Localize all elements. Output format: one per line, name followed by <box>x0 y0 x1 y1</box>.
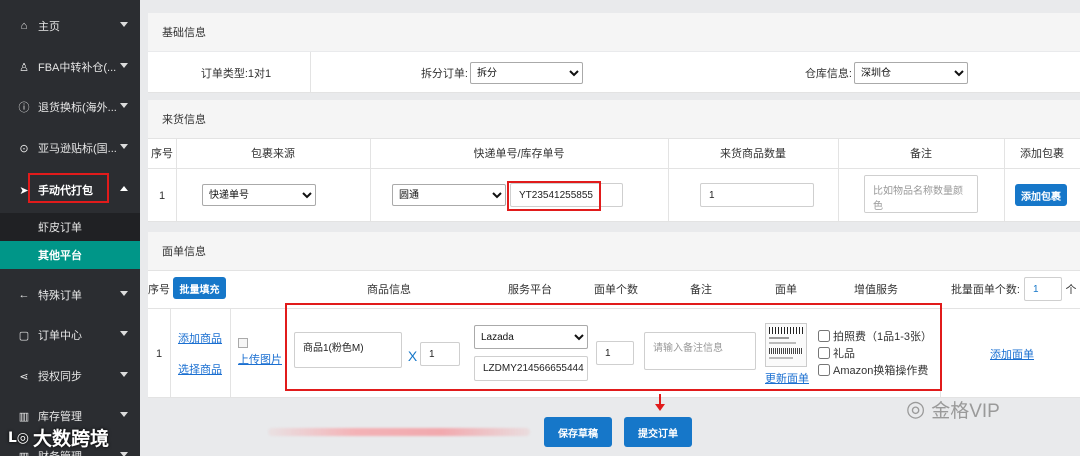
section-title: 来货信息 <box>162 114 206 126</box>
incoming-remark-textarea[interactable] <box>864 175 978 213</box>
section-header-basic: 基础信息 <box>148 13 1080 51</box>
wechat-icon: ◎ <box>906 396 926 421</box>
subnav-label: 虾皮订单 <box>38 222 82 234</box>
gift-icon: ♙ <box>19 61 29 74</box>
chevron-down-icon <box>120 412 128 417</box>
batch-count-unit: 个 <box>1065 284 1077 296</box>
nav-label: 退货换标(海外... <box>38 102 117 114</box>
nav-label: FBA中转补仓(... <box>38 62 117 74</box>
waybill-table: 序号 批量填充 商品信息 服务平台 面单个数 备注 面单 增值服务 批量面单个数… <box>148 270 1080 398</box>
nav-item-special-orders[interactable]: ← 特殊订单 <box>0 275 140 315</box>
blurred-note-text <box>268 428 530 436</box>
submit-order-button[interactable]: 提交订单 <box>624 417 692 447</box>
share-icon: ⋖ <box>19 370 29 383</box>
nav-label: 特殊订单 <box>38 290 82 302</box>
chevron-down-icon <box>120 63 128 68</box>
broken-image-icon <box>238 338 248 348</box>
order-icon: ▢ <box>18 329 30 342</box>
nav-label: 授权同步 <box>38 371 82 383</box>
subnav-item-shopee[interactable]: 虾皮订单 <box>0 213 140 241</box>
nav-label: 订单中心 <box>38 330 82 342</box>
col-header-index: 序号 <box>151 148 173 160</box>
highlight-box-nav <box>28 173 109 203</box>
subnav-label: 其他平台 <box>38 250 82 262</box>
nav-item-home[interactable]: ⌂ 主页 <box>0 6 140 46</box>
nav-item-return-relabel[interactable]: ⓘ 退货换标(海外... <box>0 87 140 127</box>
basic-info-row: 订单类型:1对1 拆分订单: 拆分 仓库信息: 深圳仓 <box>148 52 1080 93</box>
carrier-select[interactable]: 圆通 <box>392 184 506 206</box>
incoming-quantity-input[interactable] <box>700 183 814 207</box>
save-draft-button[interactable]: 保存草稿 <box>544 417 612 447</box>
section-header-waybill: 面单信息 <box>148 232 1080 270</box>
watermark-text-left: 大数跨境 <box>33 428 110 450</box>
inventory-icon: ▥ <box>18 410 30 423</box>
col-header-tracking: 快递单号/库存单号 <box>473 148 565 160</box>
batch-count-input[interactable] <box>1024 277 1062 301</box>
bulk-fill-button[interactable]: 批量填充 <box>173 277 226 299</box>
chevron-down-icon <box>120 22 128 27</box>
col-header-index: 序号 <box>148 284 170 296</box>
highlight-box-waybill <box>285 303 942 391</box>
chevron-down-icon <box>120 372 128 377</box>
highlight-box-tracking <box>507 181 601 211</box>
select-product-link[interactable]: 选择商品 <box>178 361 222 377</box>
section-header-incoming: 来货信息 <box>148 100 1080 138</box>
col-header-source: 包裹来源 <box>251 148 295 160</box>
chevron-down-icon <box>120 103 128 108</box>
col-header-add-package: 添加包裹 <box>1020 148 1064 160</box>
watermark-logo-icon: ᒪ◎ <box>8 428 29 445</box>
chevron-down-icon <box>120 452 128 456</box>
add-label-link[interactable]: 添加面单 <box>990 346 1034 362</box>
row-index: 1 <box>155 347 163 360</box>
chevron-up-icon <box>120 186 128 191</box>
watermark-logo-left: ᒪ◎ 大数跨境 <box>8 422 140 452</box>
watermark-text-right: 金格VIP <box>931 400 1000 422</box>
package-source-select[interactable]: 快递单号 <box>202 184 316 206</box>
add-package-button[interactable]: 添加包裹 <box>1015 184 1067 206</box>
watermark-right: ◎ 金格VIP <box>906 392 1000 426</box>
split-order-label: 拆分订单: <box>420 67 468 80</box>
chevron-down-icon <box>120 291 128 296</box>
warehouse-label: 仓库信息: <box>804 67 852 80</box>
arrow-left-icon: ← <box>18 289 30 301</box>
nav-item-fba-transfer[interactable]: ♙ FBA中转补仓(... <box>0 47 140 87</box>
down-arrow-annotation <box>653 394 667 414</box>
order-type-text: 订单类型:1对1 <box>200 67 272 80</box>
split-order-select[interactable]: 拆分 <box>470 62 583 84</box>
chevron-down-icon <box>120 144 128 149</box>
row-index: 1 <box>158 189 166 202</box>
warehouse-select[interactable]: 深圳仓 <box>854 62 968 84</box>
col-header-remark: 备注 <box>910 148 932 160</box>
subnav-item-other-platforms[interactable]: 其他平台 <box>0 241 140 269</box>
section-title: 基础信息 <box>162 27 206 39</box>
sidebar: ⌂ 主页 ♙ FBA中转补仓(... ⓘ 退货换标(海外... ⊙ 亚马逊贴标(… <box>0 0 140 456</box>
upload-image-link[interactable]: 上传图片 <box>238 351 282 367</box>
add-product-link[interactable]: 添加商品 <box>178 330 222 346</box>
col-header-quantity: 来货商品数量 <box>720 148 786 160</box>
nav-label: 亚马逊贴标(国... <box>38 143 117 155</box>
home-icon: ⌂ <box>20 20 28 32</box>
label-icon: ⊙ <box>19 142 29 155</box>
chevron-down-icon <box>120 331 128 336</box>
nav-label: 主页 <box>38 21 60 33</box>
nav-item-order-center[interactable]: ▢ 订单中心 <box>0 315 140 355</box>
incoming-table: 序号 包裹来源 快递单号/库存单号 来货商品数量 备注 添加包裹 1 快递单号 … <box>148 138 1080 222</box>
nav-item-amazon-label[interactable]: ⊙ 亚马逊贴标(国... <box>0 128 140 168</box>
section-title: 面单信息 <box>162 246 206 258</box>
batch-count-label: 批量面单个数: <box>950 284 1020 296</box>
info-circle-icon: ⓘ <box>18 102 30 114</box>
nav-item-auth-sync[interactable]: ⋖ 授权同步 <box>0 356 140 396</box>
